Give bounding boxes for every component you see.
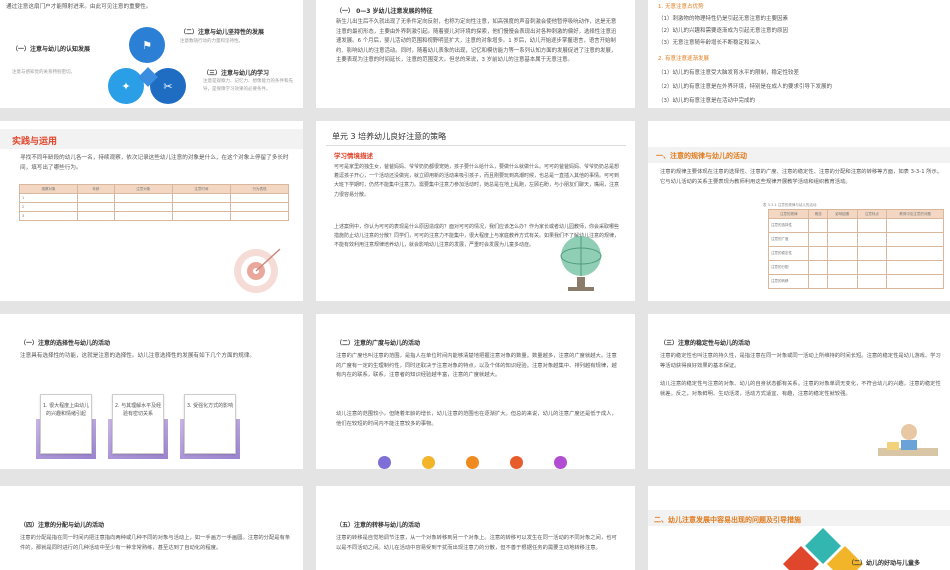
- header-observer: 观察对象: [18, 184, 79, 194]
- slide-1[interactable]: 通过注意这扇门户才能照射进来。由此可见注意的重要性。 （一）注意与幼儿的认知发展…: [0, 0, 303, 108]
- target-illustration: [234, 248, 281, 293]
- slide-3-l6: （3）幼儿的有意注意是在活动中完成的: [658, 98, 756, 104]
- slide-5-unit: 单元 3 培养幼儿良好注意的策略: [332, 132, 447, 141]
- slide-11-para: 注意的转移是自觉地调节注意，从一个对象转移到另一个对象上。注意的转移可以发生在同…: [336, 535, 617, 551]
- dot-2: [422, 456, 435, 469]
- slide-1-item1-desc: 注意与感知觉的关系特别密切。: [12, 70, 75, 75]
- table-row: 3: [18, 211, 290, 221]
- slide-12-sub: （二）幼儿的好动与儿童多: [848, 560, 921, 567]
- slide-1-item3-title: （三）注意与幼儿的学习: [203, 70, 270, 77]
- slide-2[interactable]: （一） 0—3 岁幼儿注意发展的特征 新生儿出生后不久就出现了无条件定向反射，也…: [316, 0, 635, 108]
- slide-2-title: （一） 0—3 岁幼儿注意发展的特征: [336, 8, 433, 15]
- slide-1-item2-desc: 注意数随行动的力量和坚持性。: [180, 39, 243, 44]
- reading-child-illustration: [878, 424, 938, 456]
- slide-3-l1: （1）刺激物的物理特性仍是引起无意注意的主要因素: [658, 16, 789, 22]
- slide-3[interactable]: 1. 无意注意占优势 （1）刺激物的物理特性仍是引起无意注意的主要因素 （2）幼…: [648, 0, 950, 108]
- slide-9-p1: 注意的稳定性也叫注意的持久性，是指注意在同一对象或同一活动上所维持的时间长短。注…: [660, 353, 941, 369]
- slide-3-h2: 2. 有意注意逐渐发展: [658, 56, 709, 62]
- rules-table: 注意的规律 概念 影响因素 注意特点 教育中应注意的问题 注意的选择性 注意的广…: [767, 209, 944, 289]
- slide-12[interactable]: 二、幼儿注意发展中容易出现的问题及引导措施 （二）幼儿的好动与儿童多: [648, 486, 950, 570]
- slide-6[interactable]: 一、注意的规律与幼儿的活动 注意的规律主要体现在注意的选择性、注意的广度、注意的…: [648, 121, 950, 301]
- slide-1-item1-title: （一）注意与幼儿的认知发展: [12, 46, 91, 53]
- slide-6-title: 一、注意的规律与幼儿的活动: [656, 152, 747, 160]
- dot-4: [510, 456, 523, 469]
- slide-11[interactable]: （五）注意的转移与幼儿的活动 注意的转移是自觉地调节注意，从一个对象转移到另一个…: [316, 486, 635, 570]
- observation-table: 观察对象 年龄 注意对象 注意时间 行为表现 1 2 3: [18, 184, 290, 221]
- header-factor: 影响因素: [827, 209, 858, 219]
- slide-1-item2-title: （二）注意与幼儿坚持性的发展: [180, 29, 265, 36]
- slide-4-title: 实践与运用: [12, 137, 58, 147]
- slide-10-para: 注意的分配是指在同一时间内把注意指向两种或几种不同的对象与活动上，如一手画方一手…: [20, 535, 291, 551]
- table-row: 注意的转移: [767, 274, 944, 289]
- table-row: 注意的稳定性: [767, 246, 944, 261]
- slide-3-l3: （3）无意注意随年龄增长不断稳定和深入: [658, 40, 761, 46]
- slide-8-p2: 幼儿注意的范围较小，但随着年龄的增长，幼儿注意的范围也在逐渐扩大。但总的来说，幼…: [336, 411, 617, 427]
- slide-9[interactable]: （三）注意的稳定性与幼儿的活动 注意的稳定性也叫注意的持久性，是指注意在同一对象…: [648, 314, 950, 469]
- slide-10-title: （四）注意的分配与幼儿的活动: [20, 522, 105, 529]
- dot-3: [466, 456, 479, 469]
- slide-7-title: （一）注意的选择性与幼儿的活动: [20, 340, 111, 347]
- table-row: 2: [18, 202, 290, 212]
- slide-7-para: 注意具有选择性的功能，这就是注意的选择性。幼儿注意选择性的发展有如下几个方面的规…: [20, 353, 255, 359]
- globe-illustration: [560, 236, 602, 291]
- slide-6-para: 注意的规律主要体现在注意的选择性、注意的广度、注意的稳定性、注意的分配和注意的转…: [660, 169, 943, 185]
- slide-4[interactable]: 实践与运用 寻找不同年龄段的幼儿各一名，持续观察，依次记录这些幼儿注意的对象是什…: [0, 121, 303, 301]
- slide-1-top-text: 通过注意这扇门户才能照射进来。由此可见注意的重要性。: [6, 4, 152, 10]
- slide-2-para: 新生儿出生后不久就出现了无条件定向反射，也称为定向性注意，如高强度的声音刺激会使…: [336, 19, 617, 64]
- table-row: 注意的分配: [767, 260, 944, 275]
- slide-8-title: （二）注意的广度与幼儿的活动: [336, 340, 421, 347]
- card-3: 3. 受强化方式的影响: [184, 394, 236, 454]
- slide-5-section: 学习情境描述: [334, 152, 373, 160]
- dot-1: [378, 456, 391, 469]
- slide-8[interactable]: （二）注意的广度与幼儿的活动 注意的广度也叫注意的范围，是指人在单位时间内能够清…: [316, 314, 635, 469]
- slide-5-p1: 可可是家里的独生女，爸爸妈妈、爷爷奶奶都很宠她，孩子要什么给什么，要做什么就做什…: [334, 164, 620, 198]
- header-issue: 教育中应注意的问题: [886, 209, 944, 219]
- slide-7[interactable]: （一）注意的选择性与幼儿的活动 注意具有选择性的功能，这就是注意的选择性。幼儿注…: [0, 314, 303, 469]
- slide-11-title: （五）注意的转移与幼儿的活动: [336, 522, 421, 529]
- card-1: 1. 很大程度上由幼儿的兴趣和情绪引起: [40, 394, 92, 454]
- slide-3-l5: （2）幼儿的有意注意是在外界环境，特别是在成人的要求引导下发展的: [658, 84, 833, 90]
- slide-9-title: （三）注意的稳定性与幼儿的活动: [660, 340, 751, 347]
- slide-3-l2: （2）幼儿的兴趣和需要逐渐成为引起无意注意的原因: [658, 28, 789, 34]
- slide-9-p2: 幼儿注意的稳定性与注意的对象、幼儿的自身状态都有关系。注意的对象单调无变化，不符…: [660, 381, 941, 397]
- header-age: 年龄: [77, 184, 115, 194]
- table-row: 1: [18, 193, 290, 203]
- slide-10[interactable]: （四）注意的分配与幼儿的活动 注意的分配是指在同一时间内把注意指向两种或几种不同…: [0, 486, 303, 570]
- dot-5: [554, 456, 567, 469]
- slide-8-p1: 注意的广度也叫注意的范围，是指人在单位时间内能够清楚地把握注意对象的数量。数量越…: [336, 353, 617, 378]
- unit-underline: [326, 145, 626, 146]
- slide-1-item3-desc: 注意是观察力、记忆力、想像能力的条件和先导，是保障学习效果的必要条件。: [203, 79, 293, 92]
- table-row: 注意的选择性: [767, 218, 944, 233]
- slide-3-h1: 1. 无意注意占优势: [658, 4, 704, 10]
- header-feature: 注意特点: [856, 209, 888, 219]
- header-rule: 注意的规律: [767, 209, 810, 219]
- card-2: 2. 与其理解水平及经验有密切关系: [112, 394, 164, 454]
- slide-12-title: 二、幼儿注意发展中容易出现的问题及引导措施: [654, 516, 801, 524]
- header-time: 注意时间: [171, 184, 231, 194]
- bulb-icon: ✦: [108, 68, 144, 104]
- header-concept: 概念: [808, 209, 829, 219]
- table-row: 注意的广度: [767, 232, 944, 247]
- slide-5[interactable]: 单元 3 培养幼儿良好注意的策略 学习情境描述 可可是家里的独生女，爸爸妈妈、爷…: [316, 121, 635, 301]
- slide-4-para: 寻找不同年龄段的幼儿各一名，持续观察，依次记录这些幼儿注意的对象是什么，在这个对…: [20, 155, 289, 171]
- header-target: 注意对象: [113, 184, 173, 194]
- header-behavior: 行为表现: [229, 184, 290, 194]
- puzzle-icon: ✂: [150, 68, 186, 104]
- slide-3-l4: （1）幼儿的有意注意受大脑发育水平的限制，稳定性较差: [658, 70, 800, 76]
- flag-icon: ⚑: [129, 27, 165, 63]
